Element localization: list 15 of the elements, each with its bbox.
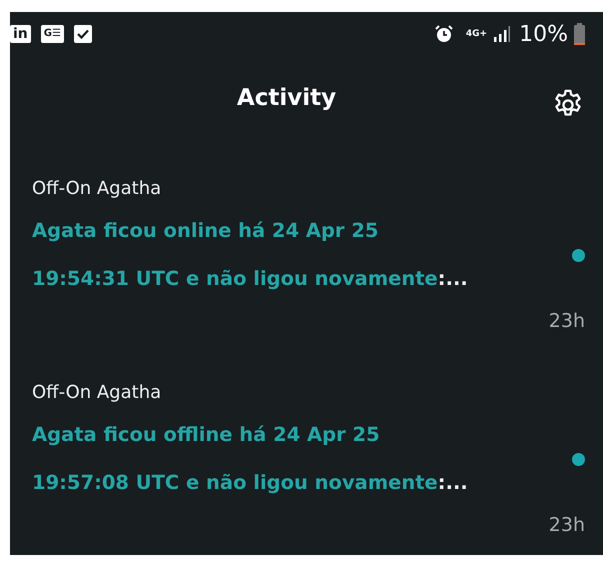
app-notification-icon: in <box>10 25 31 43</box>
notification-source: Off-On Agatha <box>32 381 162 405</box>
notification-message[interactable]: Agata ficou offline há 24 Apr 25 19:57:08 UTC e não ligou novamente:... <box>32 411 468 507</box>
battery-percentage: 10% <box>519 22 568 46</box>
screen-title: Activity <box>236 85 336 111</box>
battery-icon <box>574 23 585 45</box>
alarm-clock-icon <box>434 24 454 44</box>
notification-source: Off-On Agatha <box>32 177 162 201</box>
checkbox-icon <box>74 25 92 43</box>
network-type-label: 4G+ <box>466 29 488 39</box>
notification-message[interactable]: Agata ficou online há 24 Apr 25 19:54:31 UTC e não ligou novamente:... <box>32 207 468 303</box>
notification-time: 23h <box>548 309 585 334</box>
app-notification-icon: G☰ <box>40 25 64 43</box>
notification-time: 23h <box>548 513 585 538</box>
signal-icon <box>493 26 512 42</box>
